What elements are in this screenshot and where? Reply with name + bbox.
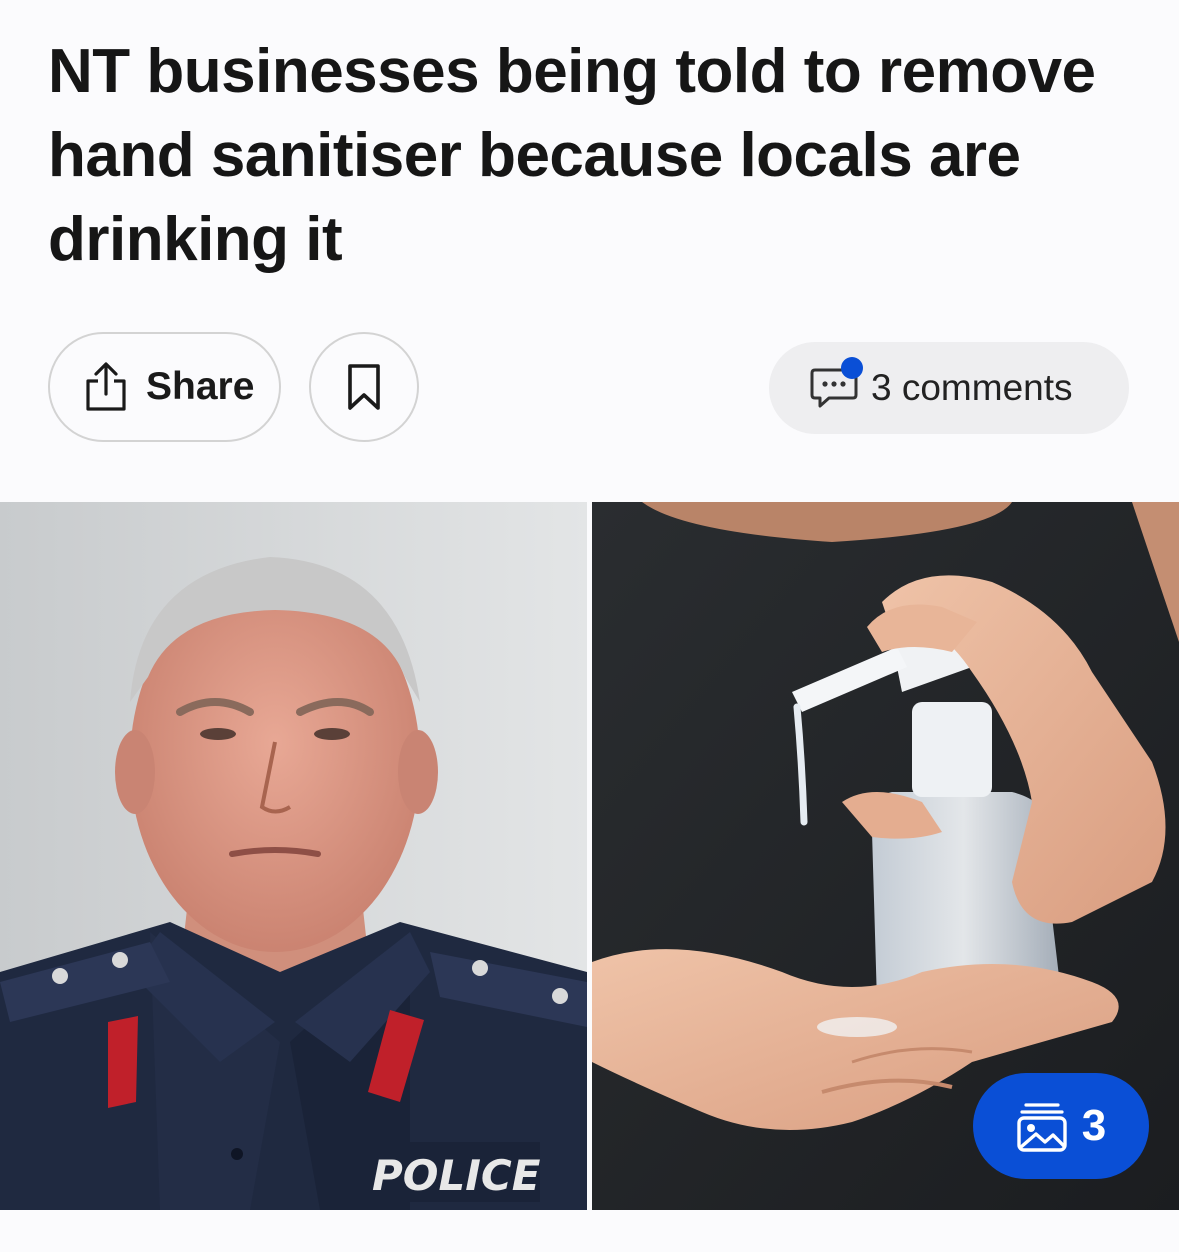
unread-indicator (841, 357, 863, 379)
bookmark-button[interactable] (309, 332, 419, 442)
photo-gallery-button[interactable]: 3 (973, 1073, 1149, 1179)
police-uniform-text: POLICE (372, 1151, 541, 1200)
police-commissioner-photo[interactable]: POLICE (0, 502, 587, 1210)
image-gallery-icon (1016, 1099, 1068, 1153)
article-headline: NT businesses being told to remove hand … (48, 37, 1096, 274)
comments-button[interactable]: 3 comments (769, 342, 1129, 434)
share-label: Share (146, 365, 255, 408)
gallery-count: 3 (1081, 1101, 1107, 1150)
share-button[interactable]: Share (48, 332, 281, 442)
share-icon (82, 361, 130, 413)
bookmark-icon (345, 362, 383, 412)
comment-bubble-icon (809, 357, 863, 411)
comments-count-label: 3 comments (871, 367, 1073, 408)
